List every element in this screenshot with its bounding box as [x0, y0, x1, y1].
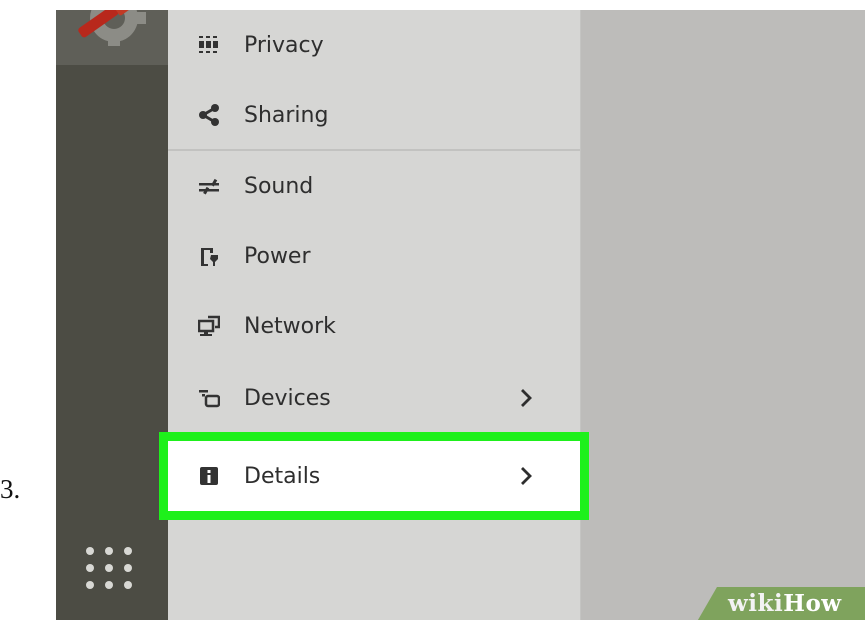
step-number: 3.: [0, 474, 21, 504]
chevron-right-icon: [516, 387, 536, 409]
sidebar-item-details[interactable]: Details: [159, 432, 589, 520]
settings-app-icon[interactable]: [74, 10, 150, 64]
dock: [56, 10, 168, 620]
sound-sliders-icon: [198, 175, 220, 197]
sidebar-item-label: Power: [244, 243, 311, 269]
watermark-wiki: wiki: [728, 590, 784, 617]
dock-active-tile[interactable]: [56, 10, 168, 65]
sidebar-item-sound[interactable]: Sound: [168, 151, 580, 221]
sidebar-item-label: Sharing: [244, 102, 329, 128]
sidebar-item-label: Devices: [244, 385, 331, 411]
sidebar-item-label: Details: [244, 463, 321, 489]
watermark-logo: wikiHow: [728, 590, 865, 620]
privacy-icon: [198, 34, 220, 56]
network-icon: [198, 315, 220, 337]
battery-plug-icon: [198, 245, 220, 267]
sidebar-item-sharing[interactable]: Sharing: [168, 80, 580, 150]
chevron-right-icon: [516, 465, 536, 487]
sidebar-item-network[interactable]: Network: [168, 291, 580, 361]
sidebar-item-label: Network: [244, 313, 336, 339]
sidebar-item-label: Sound: [244, 173, 314, 199]
sidebar-item-devices[interactable]: Devices: [168, 363, 580, 433]
info-icon: [198, 465, 220, 487]
sidebar-item-label: Privacy: [244, 32, 324, 58]
share-icon: [198, 104, 220, 126]
watermark-how: How: [783, 590, 842, 617]
settings-window: Privacy Sharing Sound Power Network Devi…: [56, 10, 865, 620]
show-applications-grid-icon[interactable]: [82, 544, 136, 592]
sidebar-item-privacy[interactable]: Privacy: [168, 10, 580, 80]
devices-icon: [198, 387, 220, 409]
settings-sidebar: Privacy Sharing Sound Power Network Devi…: [159, 10, 589, 620]
sidebar-item-power[interactable]: Power: [168, 221, 580, 291]
